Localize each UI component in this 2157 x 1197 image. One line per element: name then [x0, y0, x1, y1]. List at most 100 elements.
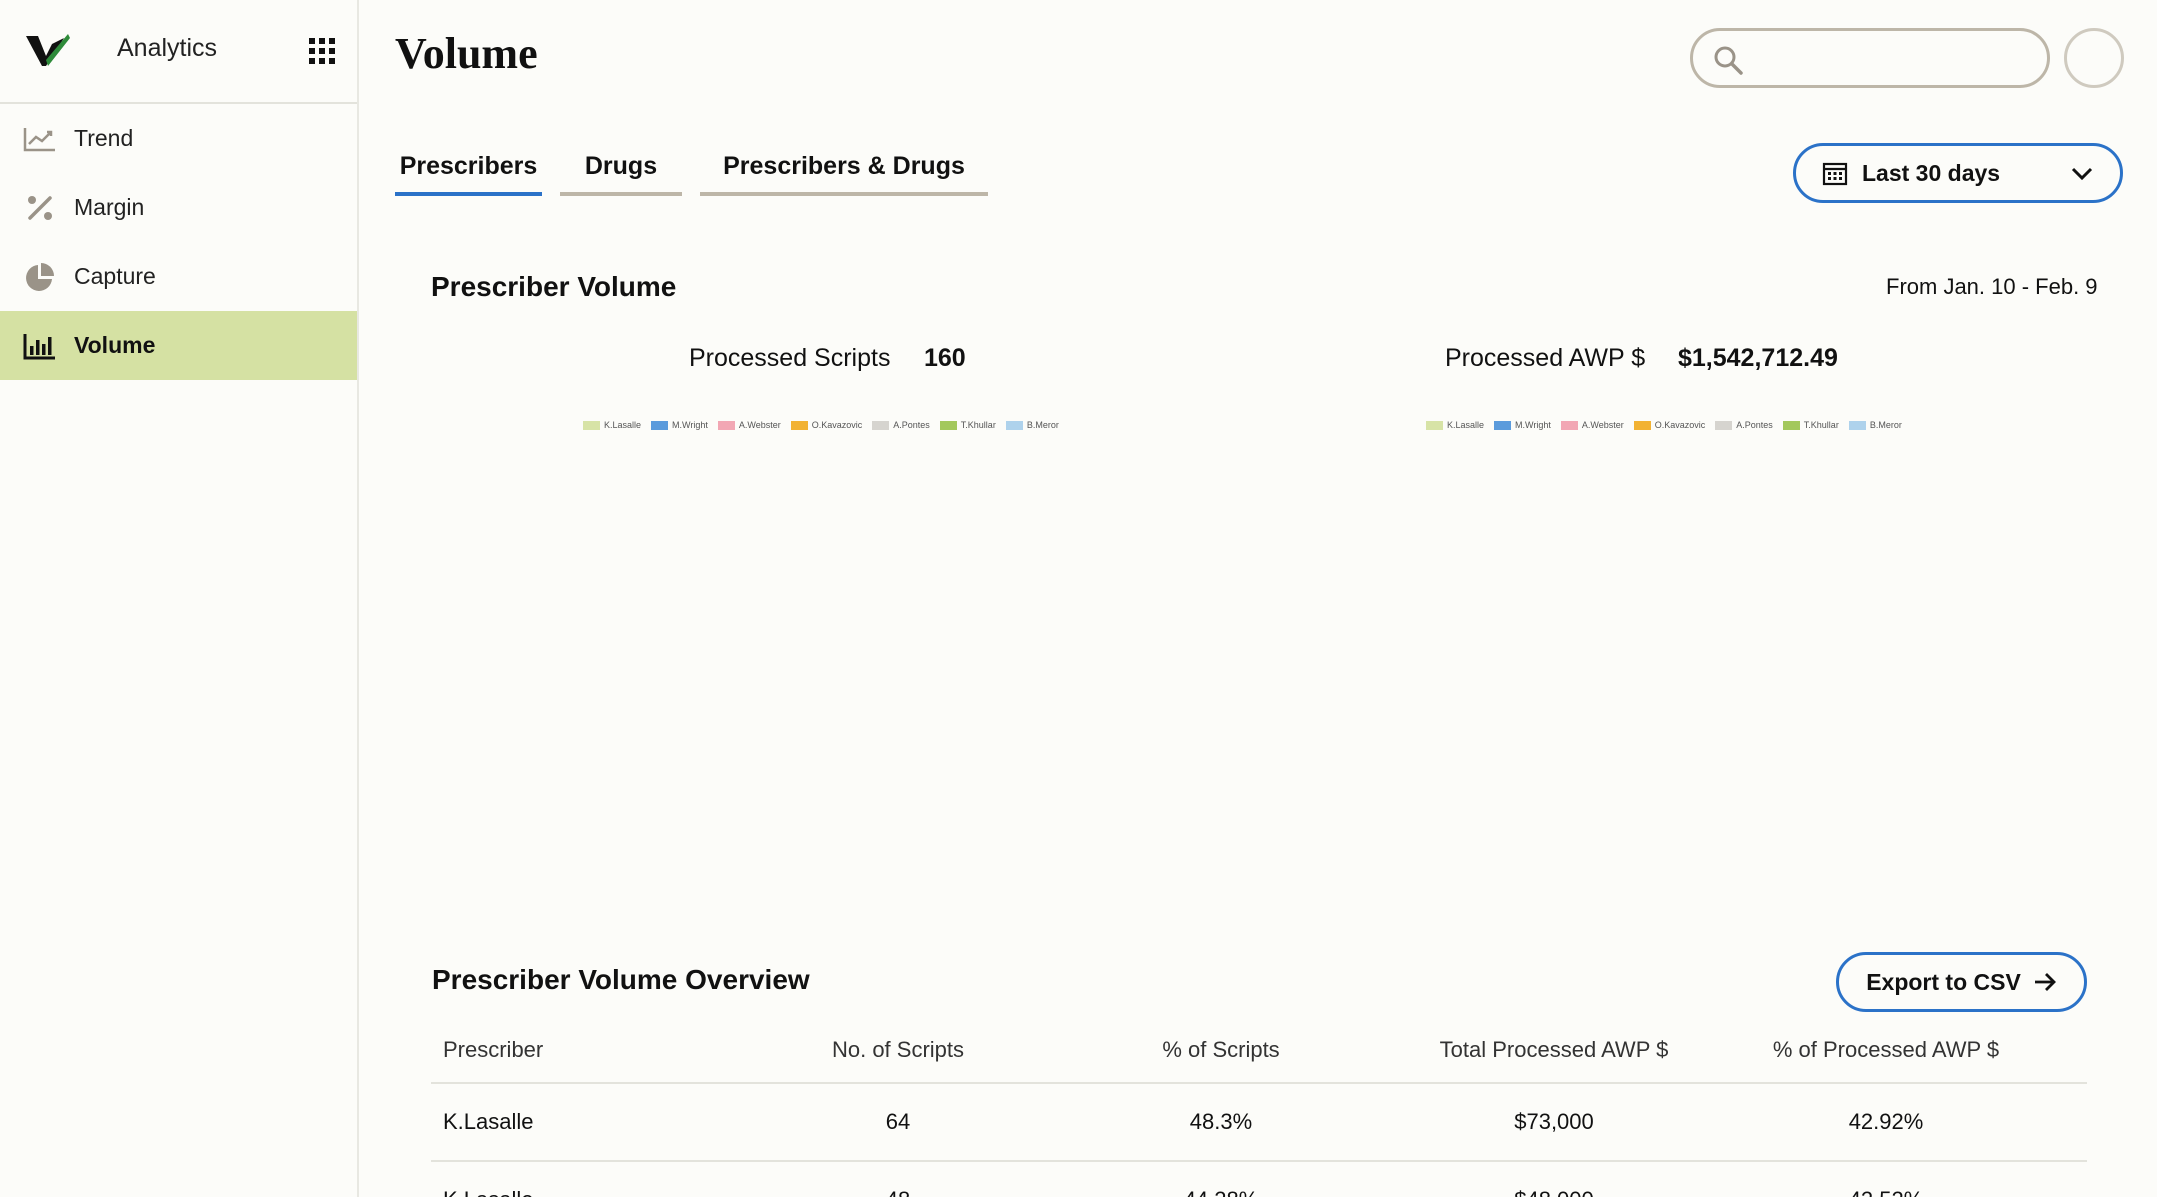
legend-item[interactable]: O.Kavazovic	[790, 420, 863, 430]
section-title-overview: Prescriber Volume Overview	[432, 964, 810, 995]
legend-swatch	[790, 420, 808, 430]
cell-prescriber: K.Lasalle	[443, 1109, 534, 1134]
legend-swatch	[939, 420, 957, 430]
sidebar-item-margin[interactable]: Margin	[0, 173, 357, 242]
search-box[interactable]	[1690, 28, 2050, 88]
processed-scripts-value: 160	[924, 344, 966, 372]
tab-bar: Prescribers Drugs Prescribers & Drugs	[395, 140, 1006, 196]
processed-awp-value: $1,542,712.49	[1678, 344, 1838, 372]
cell-total-awp: $48,000	[1389, 1187, 1719, 1197]
legend-item[interactable]: A.Pontes	[872, 420, 930, 430]
legend-label: T.Khullar	[960, 420, 996, 430]
legend-swatch	[872, 420, 890, 430]
tab-prescribers[interactable]: Prescribers	[395, 140, 542, 196]
legend-label: M.Wright	[1515, 420, 1551, 430]
sidebar: Analytics Trend Margin Capture Volume	[0, 0, 359, 1197]
legend-label: B.Meror	[1026, 420, 1059, 430]
legend-swatch	[1426, 420, 1443, 430]
chart-legend-awp: K.Lasalle M.Wright A.Webster O.Kavazovic A.P…	[1426, 418, 1912, 432]
legend-swatch	[651, 420, 669, 430]
legend-label: A.Pontes	[1736, 420, 1773, 430]
cell-pct-awp: 42.52%	[1719, 1187, 2053, 1197]
cell-pct-scripts: 44.28%	[1053, 1187, 1389, 1197]
legend-label: K.Lasalle	[1447, 420, 1485, 430]
tab-prescribers-drugs[interactable]: Prescribers & Drugs	[700, 140, 988, 196]
date-range-select[interactable]: Last 30 days	[1793, 143, 2123, 203]
processed-awp-label: Processed AWP $	[1445, 344, 1646, 372]
cell-total-awp: $73,000	[1514, 1109, 1594, 1134]
apps-grid-icon[interactable]	[309, 38, 335, 64]
cell-pct-awp: 42.92%	[1848, 1109, 1924, 1134]
overview-table: Prescriber No. of Scripts % of Scripts T…	[431, 1018, 2087, 1197]
legend-item[interactable]: T.Khullar	[939, 420, 996, 430]
search-input[interactable]	[1755, 41, 2035, 75]
calendar-icon	[1822, 162, 1848, 186]
table-row[interactable]: K.Lasalle 64 48.3% $73,000 42.92%	[431, 1084, 2087, 1162]
column-header-total-awp[interactable]: Total Processed AWP $	[1389, 1037, 1719, 1063]
column-header-pct-scripts[interactable]: % of Scripts	[1053, 1037, 1389, 1063]
legend-swatch	[1560, 420, 1578, 430]
legend-item[interactable]: A.Pontes	[1715, 420, 1773, 430]
sidebar-item-label: Volume	[74, 332, 156, 358]
legend-item[interactable]: T.Khullar	[1782, 420, 1839, 430]
cell-scripts: 48	[743, 1187, 1053, 1197]
sidebar-item-label: Capture	[74, 263, 156, 289]
legend-swatch	[1005, 420, 1023, 430]
section-title-volume: Prescriber Volume	[431, 271, 677, 302]
date-range-text: From Jan. 10 - Feb. 9	[1886, 274, 2098, 299]
legend-label: O.Kavazovic	[811, 420, 863, 430]
avatar[interactable]	[2064, 28, 2124, 88]
legend-item[interactable]: B.Meror	[1848, 420, 1902, 430]
sidebar-item-label: Margin	[74, 194, 145, 220]
column-header-prescriber[interactable]: Prescriber	[431, 1037, 743, 1063]
brand-header: Analytics	[0, 0, 357, 104]
legend-item[interactable]: M.Wright	[651, 420, 708, 430]
legend-item[interactable]: K.Lasalle	[1426, 420, 1484, 430]
legend-item[interactable]: A.Webster	[1560, 420, 1624, 430]
column-header-pct-awp[interactable]: % of Processed AWP $	[1719, 1037, 2053, 1063]
legend-item[interactable]: B.Meror	[1005, 420, 1059, 430]
legend-item[interactable]: A.Webster	[717, 420, 781, 430]
trend-chart-icon	[22, 124, 58, 154]
sidebar-item-label: Trend	[74, 125, 134, 151]
tab-drugs[interactable]: Drugs	[560, 140, 682, 196]
legend-swatch	[1633, 420, 1651, 430]
sidebar-item-trend[interactable]: Trend	[0, 104, 357, 173]
legend-item[interactable]: M.Wright	[1494, 420, 1551, 430]
legend-label: M.Wright	[672, 420, 708, 430]
brand-name: Analytics	[117, 34, 218, 62]
legend-label: A.Webster	[738, 420, 781, 430]
date-range-label: Last 30 days	[1862, 159, 2001, 186]
column-header-scripts[interactable]: No. of Scripts	[743, 1037, 1053, 1063]
legend-item[interactable]: K.Lasalle	[583, 420, 641, 430]
awp-chart-area	[1270, 440, 2090, 900]
table-row[interactable]: K.Lasalle 48 44.28% $48,000 42.52%	[431, 1162, 2087, 1197]
legend-swatch	[1782, 420, 1800, 430]
scripts-chart-area	[431, 440, 1211, 900]
legend-label: B.Meror	[1869, 420, 1902, 430]
legend-swatch	[1715, 420, 1733, 430]
percent-icon	[22, 193, 58, 223]
sidebar-nav: Trend Margin Capture Volume	[0, 104, 357, 380]
page-title: Volume	[395, 29, 538, 78]
legend-swatch	[1848, 420, 1866, 430]
logo-icon[interactable]	[24, 30, 72, 70]
search-icon	[1714, 46, 1743, 75]
legend-label: K.Lasalle	[604, 420, 642, 430]
cell-scripts: 64	[885, 1109, 911, 1134]
arrow-right-icon	[2034, 973, 2056, 991]
export-csv-button[interactable]: Export to CSV	[1836, 952, 2087, 1012]
legend-label: O.Kavazovic	[1654, 420, 1706, 430]
export-csv-label: Export to CSV	[1866, 968, 2021, 995]
processed-scripts-label: Processed Scripts	[689, 344, 891, 372]
legend-swatch	[583, 420, 600, 430]
legend-label: A.Webster	[1581, 420, 1624, 430]
legend-label: A.Pontes	[893, 420, 930, 430]
sidebar-item-capture[interactable]: Capture	[0, 242, 357, 311]
cell-prescriber: K.Lasalle	[431, 1187, 743, 1197]
legend-item[interactable]: O.Kavazovic	[1633, 420, 1706, 430]
pie-chart-icon	[22, 262, 58, 292]
legend-swatch	[1494, 420, 1512, 430]
table-header-row: Prescriber No. of Scripts % of Scripts T…	[431, 1018, 2087, 1084]
sidebar-item-volume[interactable]: Volume	[0, 311, 357, 380]
